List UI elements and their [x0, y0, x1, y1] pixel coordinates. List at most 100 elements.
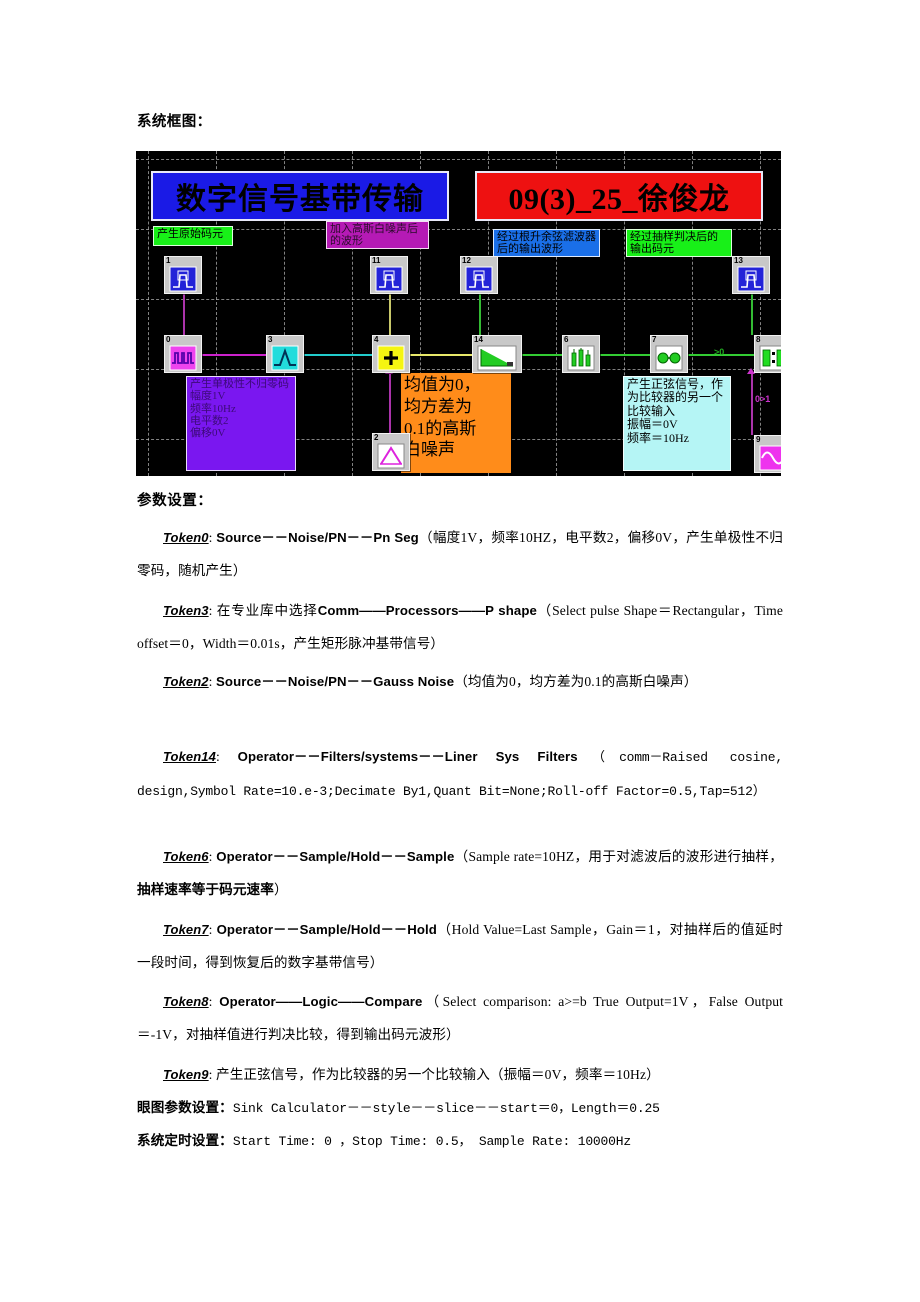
token9-detail: 产生正弦信号，作为比较器的另一个比较输入（振幅＝0V，频率＝10Hz） — [216, 1067, 660, 1082]
block-9-sine-source[interactable]: 9 — [754, 435, 781, 473]
block-14-raised-cosine-filter[interactable]: 14 — [472, 335, 522, 373]
port-label-compare-a: >0 — [714, 347, 725, 357]
token9-label: Token9 — [163, 1067, 209, 1082]
block-3-number: 3 — [268, 335, 273, 344]
token8-label: Token8 — [163, 994, 209, 1009]
token8-path: Operator——Logic——Compare — [219, 994, 423, 1009]
token8-colon: : — [208, 994, 220, 1009]
pn-sequence-icon — [169, 345, 197, 371]
token2-path: Source－－Noise/PN－－Gauss Noise — [216, 674, 455, 689]
note-after-gaussian-noise: 加入高斯白噪声后的波形 — [326, 221, 429, 249]
sample-icon — [567, 345, 595, 371]
block-2-gauss-noise-source[interactable]: 2 — [372, 433, 410, 471]
token3-colon: : — [208, 603, 217, 618]
token7-label: Token7 — [163, 922, 209, 937]
block-12-sink-scope[interactable]: 12 — [460, 256, 498, 294]
token7-path: Operator－－Sample/Hold－－Hold — [216, 922, 437, 937]
system-block-diagram-label: 系统框图： — [137, 114, 212, 130]
raised-cosine-filter-icon — [477, 345, 517, 371]
token6-path: Operator－－Sample/Hold－－Sample — [216, 849, 455, 864]
token6-detail-a: （Sample rate=10HZ，用于对滤波后的波形进行抽样， — [454, 849, 783, 864]
sine-source-icon — [759, 445, 781, 471]
token6-label: Token6 — [163, 849, 209, 864]
param-eye-diagram: 眼图参数设置：Sink Calculator－－style－－slice－－st… — [137, 1091, 783, 1125]
system-timing-value: Start Time: 0 ，Stop Time: 0.5， Sample Ra… — [232, 1134, 631, 1149]
token14-path: Operator－－Filters/systems－－Liner Sys Fil… — [237, 749, 578, 764]
block-6-sample[interactable]: 6 — [562, 335, 600, 373]
gauss-noise-icon — [377, 443, 405, 469]
block-11-sink-scope[interactable]: 11 — [370, 256, 408, 294]
token6-detail-b: ） — [273, 882, 288, 897]
sink-scope-icon — [375, 266, 403, 292]
block-2-number: 2 — [374, 433, 379, 442]
note-unipolar-nrz-params: 产生单极性不归零码 幅度1V 频率10Hz 电平数2 偏移0V — [186, 376, 296, 471]
wire-block4-to-block14 — [410, 354, 472, 356]
token3-label: Token3 — [163, 603, 209, 618]
block-3-pulse-shape[interactable]: 3 — [266, 335, 304, 373]
block-4-number: 4 — [374, 335, 379, 344]
eye-diagram-value: Sink Calculator－－style－－slice－－start＝0，L… — [232, 1101, 660, 1116]
param-token8: Token8: Operator——Logic——Compare（Select … — [137, 985, 783, 1051]
block-8-number: 8 — [756, 335, 761, 344]
token14-colon: : — [215, 749, 238, 764]
param-system-timing: 系统定时设置：Start Time: 0 ，Stop Time: 0.5， Sa… — [137, 1124, 783, 1158]
block-11-number: 11 — [372, 256, 381, 265]
port-label-compare-b: 0>1 — [755, 394, 771, 404]
token0-label: Token0 — [163, 530, 209, 545]
token2-colon: : — [208, 674, 217, 689]
block-8-compare[interactable]: 8 — [754, 335, 781, 373]
adder-plus-icon — [377, 345, 405, 371]
wire-block0-to-block3 — [194, 354, 272, 356]
token0-path: Source－－Noise/PN－－Pn Seg — [216, 530, 419, 545]
wire-block3-to-block4 — [304, 354, 382, 356]
hold-icon — [655, 345, 683, 371]
param-token3: Token3: 在专业库中选择Comm——Processors——P shape… — [137, 594, 783, 660]
token3-prefix: 在专业库中选择 — [216, 603, 318, 618]
block-9-number: 9 — [756, 435, 761, 444]
block-0-pn-sequence-source[interactable]: 0 — [164, 335, 202, 373]
system-timing-label: 系统定时设置： — [137, 1133, 233, 1148]
block-0-number: 0 — [166, 335, 171, 344]
note-after-raised-cosine-filter: 经过根升余弦滤波器后的输出波形 — [493, 229, 600, 257]
block-7-number: 7 — [652, 335, 657, 344]
diagram-author-banner: 09(3)_25_徐俊龙 — [475, 171, 763, 221]
eye-diagram-label: 眼图参数设置： — [137, 1100, 233, 1115]
token9-colon: : — [208, 1067, 217, 1082]
block-7-hold[interactable]: 7 — [650, 335, 688, 373]
param-token14: Token14: Operator－－Filters/systems－－Line… — [137, 740, 783, 808]
block-14-number: 14 — [474, 335, 483, 344]
pulse-shape-icon — [271, 345, 299, 371]
block-13-number: 13 — [734, 256, 743, 265]
token14-label: Token14 — [163, 749, 216, 764]
param-token9: Token9: 产生正弦信号，作为比较器的另一个比较输入（振幅＝0V，频率＝10… — [137, 1058, 783, 1091]
note-after-sampling-decision: 经过抽样判决后的输出码元 — [626, 229, 732, 257]
sink-scope-icon — [465, 266, 493, 292]
token2-label: Token2 — [163, 674, 209, 689]
note-sine-comparator-params: 产生正弦信号，作为比较器的另一个比较输入 振幅＝0V 频率＝10Hz — [623, 376, 731, 471]
token7-colon: : — [208, 922, 217, 937]
param-token7: Token7: Operator－－Sample/Hold－－Hold（Hold… — [137, 913, 783, 979]
block-6-number: 6 — [564, 335, 569, 344]
diagram-title-banner: 数字信号基带传输 — [151, 171, 449, 221]
wire-block2-to-block4 — [389, 373, 391, 433]
wire-block9-to-block8 — [751, 373, 753, 435]
block-1-sink-scope[interactable]: 1 — [164, 256, 202, 294]
parameter-settings-heading: 参数设置： — [137, 493, 213, 509]
block-4-adder[interactable]: 4 — [372, 335, 410, 373]
sink-scope-icon — [737, 266, 765, 292]
param-token2: Token2: Source－－Noise/PN－－Gauss Noise（均值… — [137, 665, 783, 698]
block-1-number: 1 — [166, 256, 171, 265]
token6-detail-bold: 抽样速率等于码元速率 — [137, 882, 274, 897]
note-original-symbols: 产生原始码元 — [153, 226, 233, 246]
token2-detail: （均值为0，均方差为0.1的高斯白噪声） — [454, 674, 698, 689]
compare-icon — [759, 345, 781, 371]
param-token0: Token0: Source－－Noise/PN－－Pn Seg（幅度1V，频率… — [137, 521, 783, 587]
param-token6: Token6: Operator－－Sample/Hold－－Sample（Sa… — [137, 840, 783, 906]
system-block-diagram: 数字信号基带传输 09(3)_25_徐俊龙 >0 0>1 产生原始码元 加入高斯… — [136, 151, 781, 476]
block-13-sink-scope[interactable]: 13 — [732, 256, 770, 294]
document-page: 系统框图： 数字信号基带传输 09(3)_25_徐俊龙 >0 0>1 产生原始码… — [0, 0, 920, 1302]
token3-path: Comm——Processors——P shape — [317, 603, 537, 618]
block-12-number: 12 — [462, 256, 471, 265]
sink-scope-icon — [169, 266, 197, 292]
note-gaussian-noise-params: 均值为0， 均方差为 0.1的高斯 白噪声 — [401, 373, 511, 473]
